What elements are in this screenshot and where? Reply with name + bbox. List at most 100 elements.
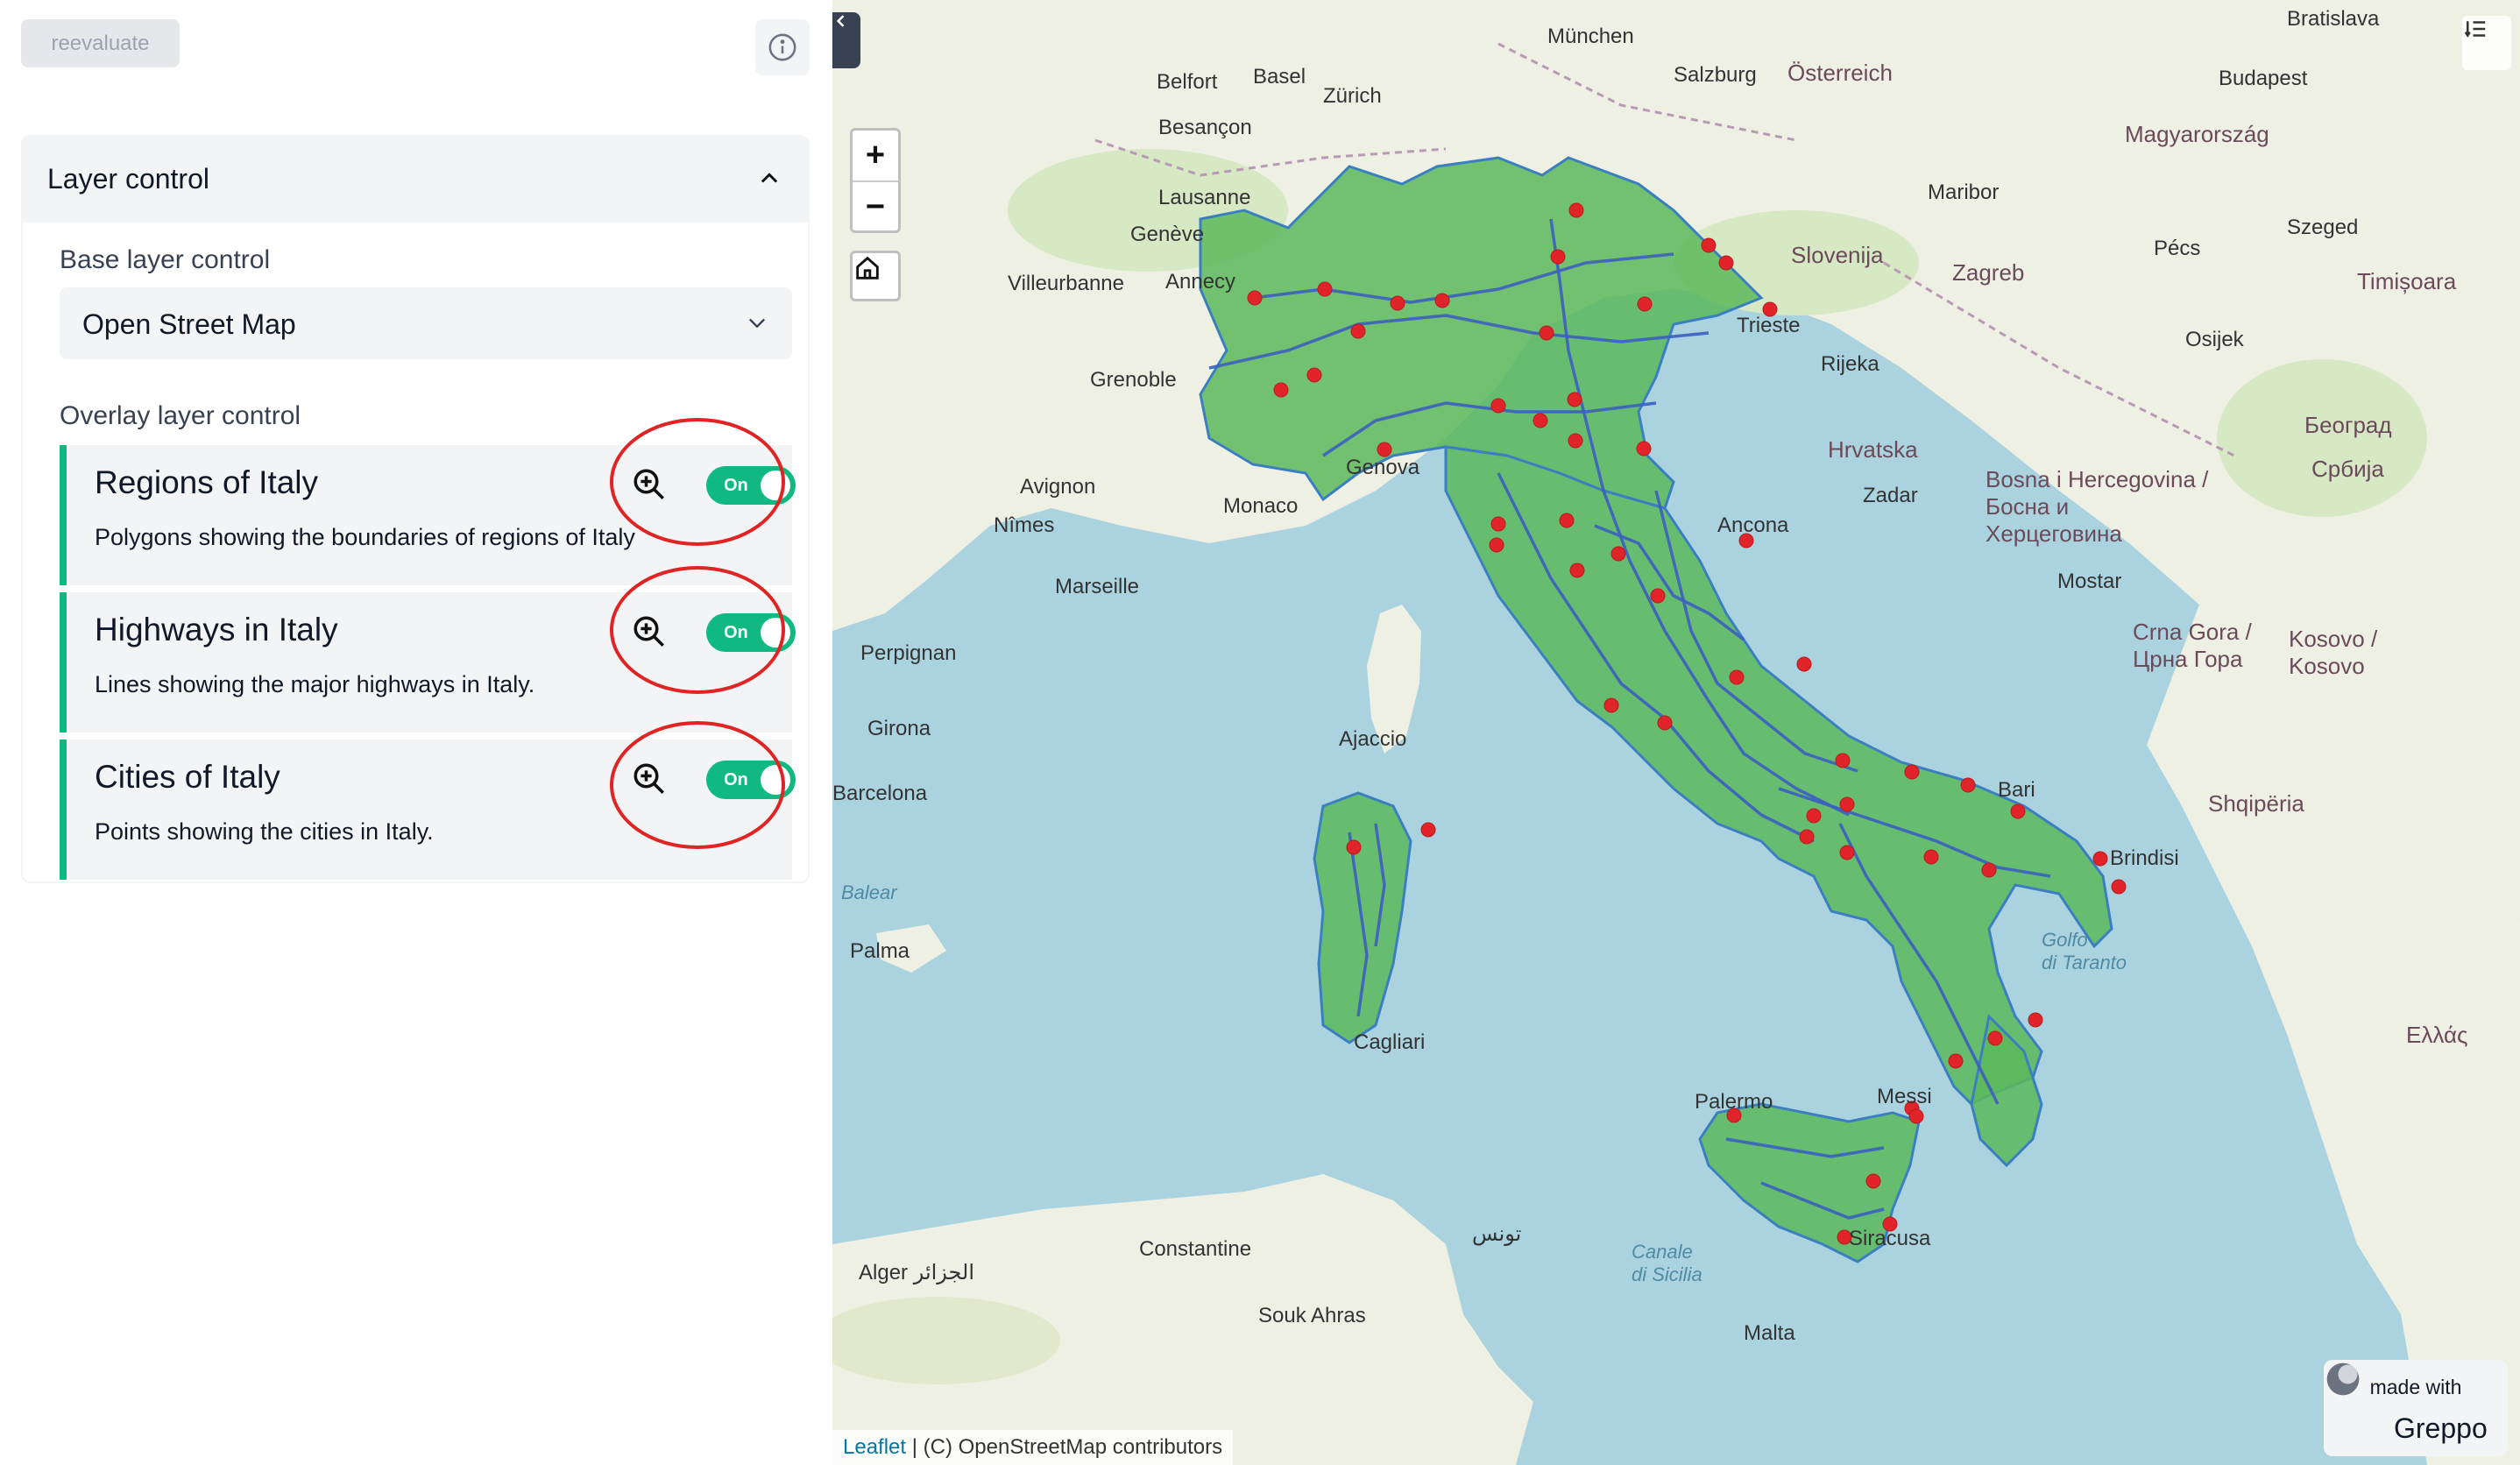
city-point [1981,862,1997,878]
city-point [1865,1173,1881,1189]
map-label: تونس [1472,1222,1522,1246]
map-label: Golfo di Taranto [2042,929,2127,973]
city-point [2092,851,2108,867]
map-label: Zagreb [1952,259,2025,286]
toggle-knob [761,765,790,795]
map-label: Perpignan [860,641,957,665]
map-label: Trieste [1737,314,1801,337]
city-point [1568,433,1583,449]
zoom-out-button[interactable]: − [853,182,898,232]
info-button[interactable] [755,19,810,75]
map-label: Bratislava [2287,7,2380,31]
zoom-to-layer-icon[interactable] [631,761,668,797]
map-attribution: Leaflet | (C) OpenStreetMap contributors [832,1430,1234,1465]
reevaluate-button[interactable]: reevaluate [21,19,180,67]
map-label: Balear [841,881,897,903]
map-label: München [1547,25,1634,48]
map-view[interactable]: Bratislava München Österreich Salzburg B… [832,0,2520,1465]
layer-toggle-cities[interactable]: On [706,761,796,799]
city-point [1306,367,1322,383]
map-label: Ajaccio [1339,727,1407,751]
city-point [1420,822,1436,838]
city-point [1835,753,1851,768]
zoom-control: + − [850,128,901,233]
overlay-layer-label: Overlay layer control [60,401,301,430]
sort-list-icon [2464,21,2486,38]
city-point [1273,382,1289,398]
map-label: Bosna i Hercegovina / Босна и Херцеговин… [1986,466,2209,547]
city-point [1559,513,1575,528]
toggle-knob [761,471,790,500]
map-label: Bari [1998,778,2035,802]
layer-toggle-regions[interactable]: On [706,466,796,505]
map-label: Villeurbanne [1008,272,1124,295]
zoom-to-layer-icon[interactable] [631,466,668,503]
city-point [1923,849,1939,865]
city-point [1908,1108,1924,1124]
city-point [1567,392,1582,407]
city-point [1636,441,1652,456]
city-point [1247,290,1263,306]
map-label: Belfort [1157,70,1218,94]
city-point [1806,808,1822,824]
sidebar-collapse-button[interactable] [832,12,860,68]
city-point [1489,537,1504,553]
sidebar: reevaluate Layer control Base layer cont… [0,0,832,1465]
map-label: Mostar [2057,570,2122,593]
map-label: Magyarország [2125,121,2269,147]
chevron-down-icon [749,318,765,329]
map-label: Nîmes [994,513,1055,537]
city-point [1637,296,1653,312]
city-point [1948,1053,1964,1069]
chevron-up-icon[interactable] [757,166,782,191]
city-point [1839,796,1855,812]
made-with-badge[interactable]: made with Greppo [2324,1360,2508,1456]
city-point [1796,656,1812,672]
home-button[interactable] [850,251,901,301]
map-label: Timișoara [2357,268,2457,294]
city-point [1960,777,1976,793]
toggle-label: On [724,623,748,642]
map-label: Girona [867,717,931,740]
map-label: Lausanne [1158,186,1251,209]
brand-name: Greppo [2394,1412,2488,1444]
map-label: Cagliari [1354,1030,1426,1054]
map-label: Annecy [1165,270,1236,294]
map-label: Malta [1744,1321,1795,1345]
city-point [1718,255,1734,271]
layer-card-cities: Cities of Italy Points showing the citie… [60,740,796,880]
layer-title: Regions of Italy [95,464,319,500]
map-label: Souk Ahras [1258,1304,1366,1327]
layer-description: Lines showing the major highways in Ital… [95,671,535,697]
home-icon [856,256,879,280]
zoom-in-button[interactable]: + [853,131,898,182]
map-label: Palma [850,939,910,963]
map-label: Zürich [1323,84,1382,108]
city-point [1539,325,1554,341]
toggle-knob [761,618,790,648]
city-point [1346,839,1362,855]
layer-description: Polygons showing the boundaries of regio… [95,524,635,550]
map-label: Barcelona [832,782,928,805]
map-label: Palermo [1695,1090,1773,1114]
legend-button[interactable] [2462,16,2511,70]
map-label: Marseille [1055,575,1140,598]
toggle-label: On [724,476,748,495]
base-layer-select[interactable]: Open Street Map [60,287,792,359]
info-icon [768,33,796,61]
map-label: Ancona [1717,513,1789,537]
toggle-label: On [724,770,748,789]
map-label: Monaco [1223,494,1299,518]
map-label: Österreich [1787,60,1893,86]
leaflet-link[interactable]: Leaflet [843,1435,906,1460]
map-label: Budapest [2219,67,2308,90]
attribution-text: | (C) OpenStreetMap contributors [911,1435,1223,1459]
zoom-to-layer-icon[interactable] [631,613,668,650]
layer-toggle-highways[interactable]: On [706,613,796,652]
layer-card-regions: Regions of Italy Polygons showing the bo… [60,445,796,585]
city-point [1729,669,1745,685]
layer-title: Cities of Italy [95,759,280,795]
city-point [1533,413,1548,428]
layer-control-header[interactable]: Layer control [23,137,808,223]
city-point [1350,323,1366,339]
